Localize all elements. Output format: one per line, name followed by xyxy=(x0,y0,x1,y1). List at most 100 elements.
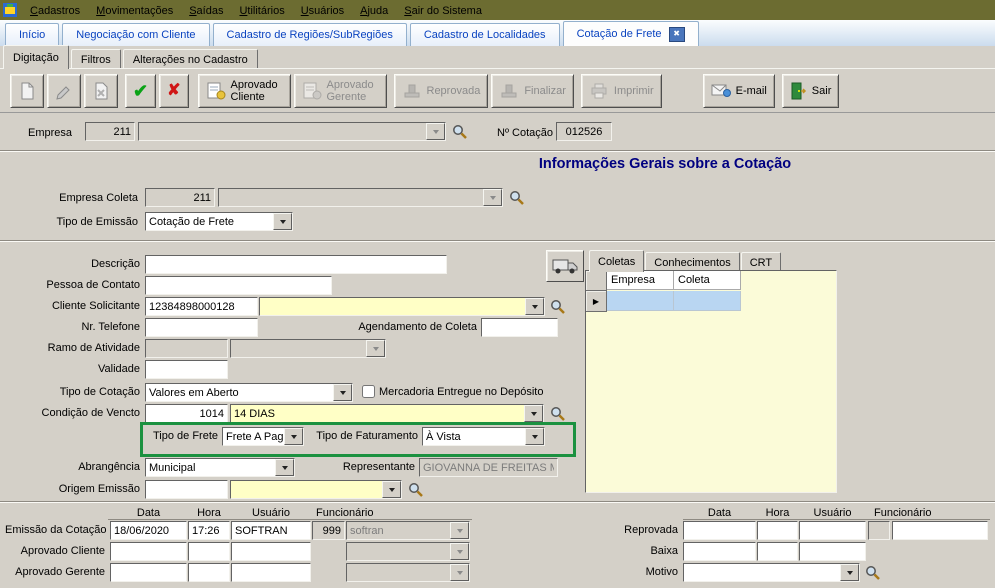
pessoa-contato-input[interactable] xyxy=(145,276,332,295)
button-label: Finalizar xyxy=(524,85,566,97)
reprovada-data-input[interactable] xyxy=(683,521,756,540)
discard-button[interactable]: ✘ xyxy=(159,74,188,108)
menu-utilitarios[interactable]: Utilitários xyxy=(231,2,292,19)
empresa-combo[interactable] xyxy=(138,122,446,141)
emissao-hora-input[interactable] xyxy=(188,521,230,540)
tab-cadastro-regioes[interactable]: Cadastro de Regiões/SubRegiões xyxy=(213,23,407,46)
tipo-emissao-combo[interactable]: Cotação de Frete xyxy=(145,212,293,231)
tab-negociacao-com-cliente[interactable]: Negociação com Cliente xyxy=(62,23,209,46)
origem-emissao-search-icon[interactable] xyxy=(408,482,423,497)
motivo-combo[interactable] xyxy=(683,563,860,582)
tab-label: Conhecimentos xyxy=(654,257,730,269)
baixa-usuario-input[interactable] xyxy=(799,542,866,561)
chevron-down-icon xyxy=(483,189,502,206)
button-label: Aprovado Gerente xyxy=(327,79,379,103)
empresa-coleta-search-icon[interactable] xyxy=(509,190,524,205)
baixa-hora-input[interactable] xyxy=(757,542,798,561)
imprimir-button[interactable]: Imprimir xyxy=(581,74,662,108)
descricao-input[interactable] xyxy=(145,255,447,274)
ramo-atividade-combo[interactable] xyxy=(230,339,386,358)
tab-close-icon[interactable]: ✖ xyxy=(669,27,685,42)
ramo-atividade-label: Ramo de Atividade xyxy=(10,342,140,354)
grid-marker-header xyxy=(586,271,607,291)
reprovada-button[interactable]: Reprovada xyxy=(394,74,489,108)
cliente-solicitante-combo[interactable] xyxy=(259,297,545,316)
coletas-grid: Empresa Coleta ▶ xyxy=(585,270,837,493)
condicao-vencto-input[interactable] xyxy=(145,404,228,423)
aprovado-gerente-data-input[interactable] xyxy=(110,563,187,582)
menu-movimentacoes[interactable]: Movimentações xyxy=(88,2,181,19)
exit-door-icon xyxy=(790,82,807,100)
aprovado-cliente-usuario-input[interactable] xyxy=(231,542,311,561)
num-cotacao-input[interactable] xyxy=(556,122,612,141)
reprovada-usuario-input[interactable] xyxy=(799,521,866,540)
empresa-coleta-input[interactable] xyxy=(145,188,215,207)
tipo-frete-combo[interactable]: Frete A Pagar xyxy=(222,427,304,446)
aprovado-gerente-button[interactable]: Aprovado Gerente xyxy=(294,74,387,108)
empresa-coleta-label: Empresa Coleta xyxy=(28,192,138,204)
emissao-data-input[interactable] xyxy=(110,521,187,540)
confirm-button[interactable]: ✔ xyxy=(125,74,156,108)
baixa-data-input[interactable] xyxy=(683,542,756,561)
empresa-input[interactable] xyxy=(85,122,135,141)
empresa-search-icon[interactable] xyxy=(452,124,467,139)
aprovado-gerente-hora-input[interactable] xyxy=(188,563,230,582)
reprovada-funcionario-code-input[interactable] xyxy=(868,521,890,540)
agendamento-input[interactable] xyxy=(481,318,558,337)
origem-emissao-input[interactable] xyxy=(145,480,228,499)
condicao-vencto-combo[interactable]: 14 DIAS xyxy=(230,404,544,423)
nr-telefone-input[interactable] xyxy=(145,318,258,337)
button-label: E-mail xyxy=(736,85,767,97)
tipo-frete-label: Tipo de Frete xyxy=(148,430,218,442)
validade-input[interactable] xyxy=(145,360,228,379)
mercadoria-checkbox[interactable] xyxy=(362,385,375,398)
condicao-vencto-search-icon[interactable] xyxy=(550,406,565,421)
new-record-button[interactable] xyxy=(10,74,44,108)
subtab-digitacao[interactable]: Digitação xyxy=(3,45,69,69)
menu-sair-do-sistema[interactable]: Sair do Sistema xyxy=(396,2,490,19)
tab-cadastro-localidades[interactable]: Cadastro de Localidades xyxy=(410,23,560,46)
tipo-faturamento-combo[interactable]: À Vista xyxy=(422,427,545,446)
truck-button[interactable] xyxy=(546,250,584,282)
chevron-down-icon xyxy=(525,298,544,315)
sair-button[interactable]: Sair xyxy=(782,74,840,108)
emissao-funcionario-code-input[interactable] xyxy=(312,521,345,540)
tab-inicio[interactable]: Início xyxy=(5,23,59,46)
cancel-record-button[interactable] xyxy=(84,74,118,108)
origem-emissao-combo[interactable] xyxy=(230,480,402,499)
tab-coletas[interactable]: Coletas xyxy=(589,250,644,272)
aprovado-cliente-button[interactable]: Aprovado Cliente xyxy=(198,74,291,108)
representante-input[interactable] xyxy=(419,458,558,477)
tab-conhecimentos[interactable]: Conhecimentos xyxy=(645,252,739,272)
email-button[interactable]: E-mail xyxy=(703,74,775,108)
ramo-atividade-input[interactable] xyxy=(145,339,228,358)
menu-cadastros[interactable]: Cadastros xyxy=(22,2,88,19)
cliente-solicitante-input[interactable] xyxy=(145,297,258,316)
finalizar-button[interactable]: Finalizar xyxy=(491,74,574,108)
subtab-alteracoes-no-cadastro[interactable]: Alterações no Cadastro xyxy=(123,49,258,69)
descricao-label: Descrição xyxy=(10,258,140,270)
aprovado-cliente-funcionario-combo[interactable] xyxy=(346,542,470,561)
emissao-usuario-input[interactable] xyxy=(231,521,311,540)
empresa-coleta-combo[interactable] xyxy=(218,188,503,207)
motivo-search-icon[interactable] xyxy=(865,565,880,580)
menu-usuarios[interactable]: Usuários xyxy=(293,2,352,19)
reprovada-funcionario-input[interactable] xyxy=(892,521,988,540)
aprovado-cliente-data-input[interactable] xyxy=(110,542,187,561)
abrangencia-combo[interactable]: Municipal xyxy=(145,458,295,477)
menu-ajuda[interactable]: Ajuda xyxy=(352,2,396,19)
grid-selected-row[interactable]: ▶ xyxy=(586,291,836,312)
menu-saidas[interactable]: Saídas xyxy=(181,2,231,19)
tab-cotacao-de-frete[interactable]: Cotação de Frete ✖ xyxy=(563,21,699,46)
tipo-cotacao-combo[interactable]: Valores em Aberto xyxy=(145,383,353,402)
tab-crt[interactable]: CRT xyxy=(741,252,781,272)
chevron-down-icon xyxy=(426,123,445,140)
aprovado-gerente-funcionario-combo[interactable] xyxy=(346,563,470,582)
aprovado-gerente-usuario-input[interactable] xyxy=(231,563,311,582)
reprovada-hora-input[interactable] xyxy=(757,521,798,540)
subtab-filtros[interactable]: Filtros xyxy=(71,49,121,69)
cliente-solicitante-search-icon[interactable] xyxy=(550,299,565,314)
emissao-funcionario-combo[interactable]: softran xyxy=(346,521,470,540)
edit-record-button[interactable] xyxy=(47,74,81,108)
aprovado-cliente-hora-input[interactable] xyxy=(188,542,230,561)
